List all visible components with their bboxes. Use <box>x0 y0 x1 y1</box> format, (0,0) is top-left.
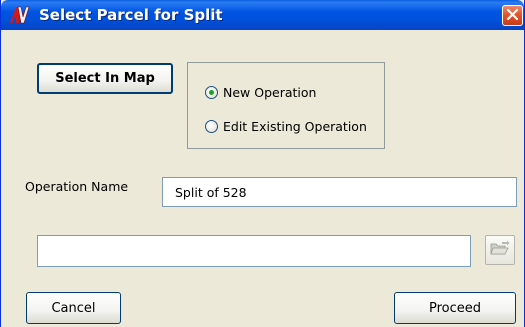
cancel-button[interactable]: Cancel <box>26 292 121 324</box>
radio-selected-dot <box>209 90 214 95</box>
app-logo-icon <box>9 6 31 24</box>
close-icon <box>506 6 519 25</box>
operation-type-group: New Operation Edit Existing Operation <box>187 62 385 149</box>
operation-name-label: Operation Name <box>25 179 129 194</box>
file-path-input[interactable] <box>37 235 471 267</box>
proceed-button[interactable]: Proceed <box>394 292 516 324</box>
window-title: Select Parcel for Split <box>39 6 223 24</box>
browse-button[interactable] <box>485 235 515 265</box>
new-operation-label: New Operation <box>223 85 317 100</box>
title-bar[interactable]: Select Parcel for Split <box>1 0 524 30</box>
folder-open-icon <box>490 240 510 260</box>
close-button[interactable] <box>502 5 523 26</box>
operation-name-input[interactable]: Split of 528 <box>162 177 517 207</box>
edit-existing-operation-option[interactable]: Edit Existing Operation <box>205 119 367 134</box>
edit-existing-operation-radio[interactable] <box>205 120 218 133</box>
edit-existing-operation-label: Edit Existing Operation <box>223 119 367 134</box>
select-in-map-button[interactable]: Select In Map <box>37 63 173 94</box>
new-operation-option[interactable]: New Operation <box>205 85 316 100</box>
select-parcel-dialog: Select Parcel for Split Select In Map Ne… <box>0 0 525 327</box>
new-operation-radio[interactable] <box>205 86 218 99</box>
